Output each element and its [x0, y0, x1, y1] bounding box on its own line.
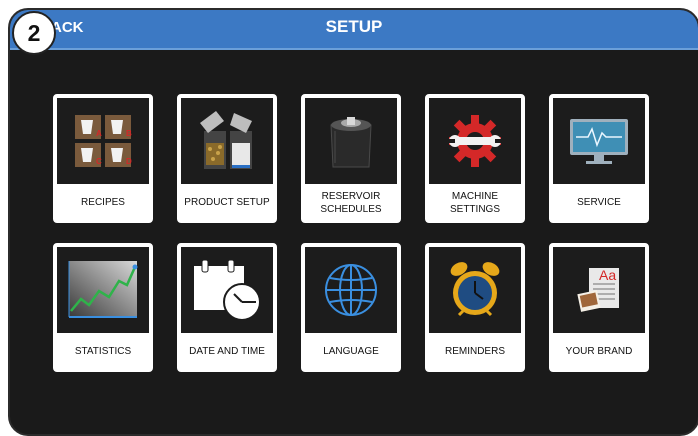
- machine-label-line2: SETTINGS: [449, 203, 500, 215]
- statistics-label: STATISTICS: [74, 346, 132, 357]
- your-brand-label: YOUR BRAND: [565, 346, 633, 357]
- reservoir-schedules-tile[interactable]: RESERVOIR SCHEDULES: [301, 94, 401, 223]
- line-chart-icon: [57, 247, 149, 333]
- header-bar: ACK SETUP: [10, 10, 698, 50]
- date-and-time-label: DATE AND TIME: [189, 346, 265, 357]
- step-number-badge: 2: [12, 11, 56, 55]
- recipes-tile[interactable]: A B C D RECIPES: [53, 94, 153, 223]
- machine-settings-label: MACHINE SETTINGS: [427, 184, 523, 221]
- service-tile[interactable]: SERVICE: [549, 94, 649, 223]
- gear-wrench-icon: [429, 98, 521, 184]
- calendar-clock-icon: [181, 247, 273, 333]
- brand-document-icon: Aa: [553, 247, 645, 333]
- reminders-label: REMINDERS: [444, 346, 505, 357]
- recipes-cups-icon: A B C D: [57, 98, 149, 184]
- reservoir-label-line2: SCHEDULES: [320, 203, 382, 215]
- your-brand-tile[interactable]: Aa YOUR BRAND: [549, 243, 649, 372]
- recipe-letter-d: D: [126, 157, 132, 166]
- page-title: SETUP: [325, 17, 383, 36]
- language-label: LANGUAGE: [323, 346, 379, 357]
- monitor-pulse-icon: [553, 98, 645, 184]
- alarm-clock-icon: [429, 247, 521, 333]
- product-canisters-icon: [181, 98, 273, 184]
- statistics-tile[interactable]: STATISTICS: [53, 243, 153, 372]
- reminders-tile[interactable]: REMINDERS: [425, 243, 525, 372]
- product-setup-tile[interactable]: PRODUCT SETUP: [177, 94, 277, 223]
- reservoir-schedules-label: RESERVOIR SCHEDULES: [303, 184, 399, 221]
- recipe-letter-b: B: [126, 129, 132, 138]
- reservoir-icon: [305, 98, 397, 184]
- machine-settings-tile[interactable]: MACHINE SETTINGS: [425, 94, 525, 223]
- language-tile[interactable]: LANGUAGE: [301, 243, 401, 372]
- globe-icon: [305, 247, 397, 333]
- service-label: SERVICE: [577, 197, 621, 208]
- recipe-letter-c: C: [96, 157, 102, 166]
- machine-label-line1: MACHINE: [451, 190, 499, 202]
- product-setup-label: PRODUCT SETUP: [184, 197, 270, 208]
- setup-screen: ACK SETUP A B C D RECIPES PRODUCT SETUP …: [8, 8, 698, 436]
- recipes-label: RECIPES: [81, 197, 125, 208]
- recipe-letter-a: A: [96, 129, 102, 138]
- brand-text: Aa: [599, 267, 616, 283]
- reservoir-label-line1: RESERVOIR: [321, 190, 381, 202]
- date-and-time-tile[interactable]: DATE AND TIME: [177, 243, 277, 372]
